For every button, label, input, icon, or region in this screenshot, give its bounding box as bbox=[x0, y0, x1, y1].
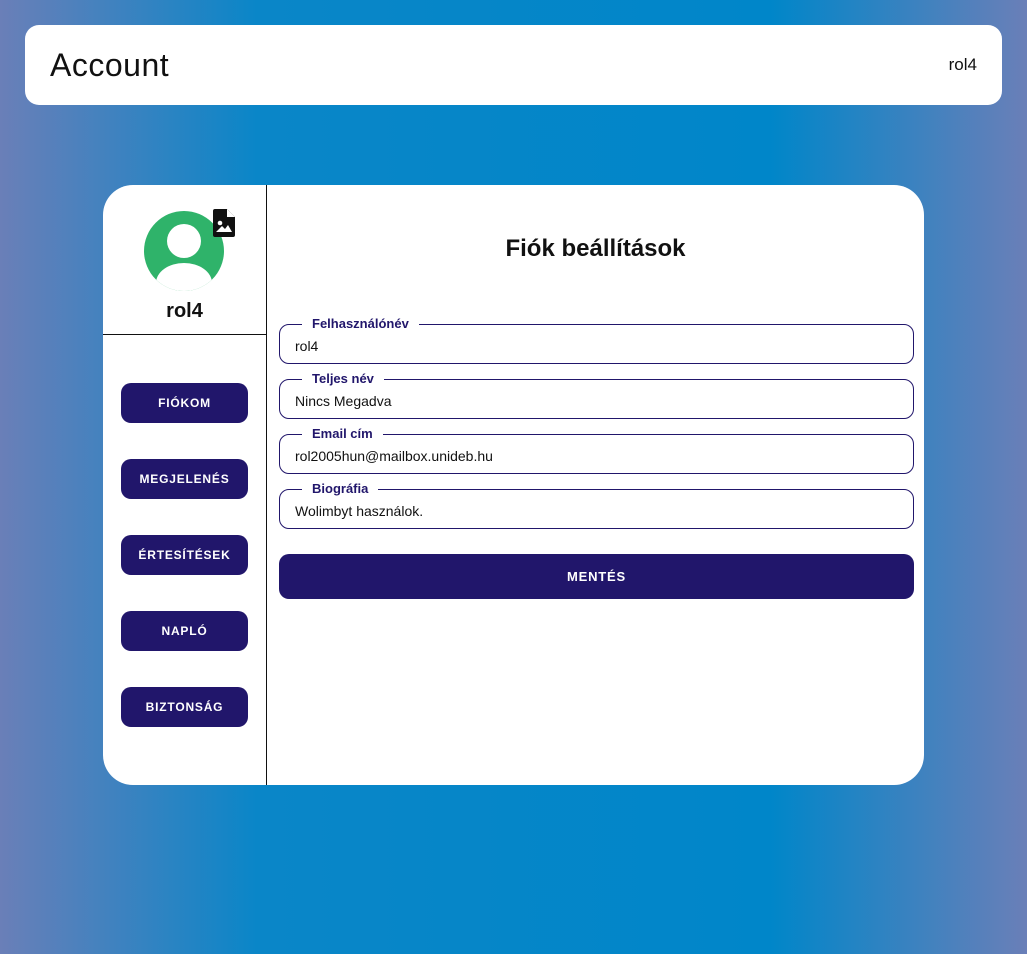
profile-panel: rol4 bbox=[103, 185, 266, 335]
fullname-field: Teljes név bbox=[279, 371, 914, 419]
bio-input[interactable] bbox=[295, 502, 895, 520]
sidebar-item-security[interactable]: BIZTONSÁG bbox=[121, 687, 248, 727]
image-file-icon[interactable] bbox=[213, 209, 235, 237]
email-label: Email cím bbox=[302, 426, 383, 442]
fullname-label: Teljes név bbox=[302, 371, 384, 387]
email-input[interactable] bbox=[295, 447, 895, 465]
save-button[interactable]: MENTÉS bbox=[279, 554, 914, 599]
username-field: Felhasználónév bbox=[279, 316, 914, 364]
email-field: Email cím bbox=[279, 426, 914, 474]
sidebar-item-account[interactable]: FIÓKOM bbox=[121, 383, 248, 423]
user-avatar-icon[interactable] bbox=[144, 211, 224, 291]
bio-label: Biográfia bbox=[302, 481, 379, 497]
sidebar-item-log[interactable]: NAPLÓ bbox=[121, 611, 248, 651]
sidebar-item-appearance[interactable]: MEGJELENÉS bbox=[121, 459, 248, 499]
page-title: Account bbox=[50, 47, 170, 83]
account-settings-panel: Fiók beállítások Felhasználónév Teljes n… bbox=[267, 185, 924, 785]
top-bar: Account rol4 bbox=[25, 25, 1002, 105]
fullname-input[interactable] bbox=[295, 392, 895, 410]
username-input[interactable] bbox=[295, 337, 895, 355]
profile-username: rol4 bbox=[166, 300, 203, 322]
username-label: Felhasználónév bbox=[302, 316, 419, 332]
bio-field: Biográfia bbox=[279, 481, 914, 529]
account-card: rol4 FIÓKOM MEGJELENÉS ÉRTESÍTÉSEK NAPLÓ… bbox=[103, 185, 924, 785]
section-heading: Fiók beállítások bbox=[505, 235, 686, 262]
sidebar-item-notifications[interactable]: ÉRTESÍTÉSEK bbox=[121, 535, 248, 575]
sidebar: rol4 FIÓKOM MEGJELENÉS ÉRTESÍTÉSEK NAPLÓ… bbox=[103, 185, 267, 785]
header-username[interactable]: rol4 bbox=[949, 55, 977, 75]
